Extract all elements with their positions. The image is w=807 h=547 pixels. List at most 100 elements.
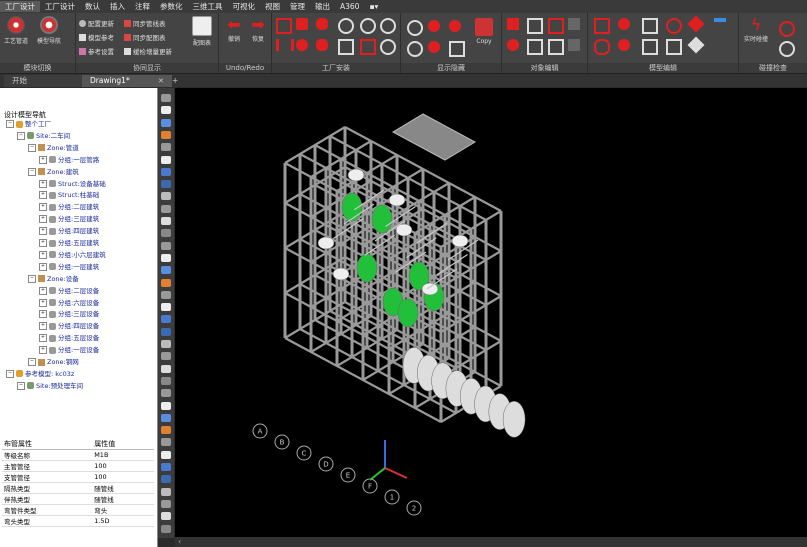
storage-tank[interactable]	[502, 401, 526, 438]
side-tool-button[interactable]	[161, 315, 171, 324]
side-tool-button[interactable]	[161, 180, 171, 189]
prop-value[interactable]: 弯头	[92, 504, 154, 516]
vessel[interactable]	[317, 236, 335, 250]
side-tool-button[interactable]	[161, 450, 171, 459]
menu-item[interactable]: 参数化	[155, 1, 188, 12]
vessel[interactable]	[388, 193, 406, 207]
prop-value[interactable]: 1.5D	[92, 515, 154, 527]
expand-toggle-icon[interactable]: +	[39, 215, 47, 224]
pipe-table-button[interactable]: 配图表	[187, 16, 217, 47]
green-equipment[interactable]	[397, 298, 419, 328]
redo-button[interactable]: ➡ 恢复	[245, 16, 271, 44]
tree-node[interactable]: + 分组:一层管路	[39, 155, 99, 165]
props-row[interactable]: 弯头类型 1.5D	[2, 515, 154, 527]
grid-icon[interactable]	[276, 18, 292, 34]
menu-item[interactable]: 三维工具	[188, 1, 228, 12]
side-tool-button[interactable]	[161, 167, 171, 176]
weld-icon[interactable]	[360, 39, 376, 55]
props-row[interactable]: 支管管径 100	[2, 471, 154, 483]
reducer-icon[interactable]	[666, 18, 682, 34]
hide-icon[interactable]	[407, 41, 423, 57]
box-icon[interactable]	[449, 41, 465, 57]
tab-drawing1[interactable]: Drawing1*	[82, 75, 160, 87]
cross-icon[interactable]	[618, 39, 630, 51]
layer-icon[interactable]	[449, 20, 461, 32]
vessel[interactable]	[421, 282, 439, 296]
clash-report-icon[interactable]	[779, 41, 795, 57]
expand-toggle-icon[interactable]: −	[6, 120, 14, 128]
side-tool-button[interactable]	[161, 340, 171, 348]
isolate-icon[interactable]	[428, 41, 440, 53]
menu-item[interactable]: A360	[335, 2, 364, 11]
menu-item[interactable]: 工厂设计	[0, 1, 40, 12]
show-red-icon[interactable]	[428, 20, 440, 32]
t-joint-icon[interactable]	[714, 18, 726, 34]
props-row[interactable]: 隔热类型 随管线	[2, 482, 154, 494]
side-tool-button[interactable]	[161, 155, 171, 164]
expand-toggle-icon[interactable]: −	[28, 274, 36, 283]
green-equipment[interactable]	[371, 204, 393, 234]
rotate-icon[interactable]	[568, 39, 580, 51]
vessel[interactable]	[347, 168, 365, 182]
incremental-update-button[interactable]: 缓检增量更新	[124, 46, 172, 56]
scroll-left-icon[interactable]: ‹	[178, 537, 181, 546]
side-tool-button[interactable]	[161, 229, 171, 238]
nozzle-icon[interactable]	[380, 39, 396, 55]
tree-node[interactable]: + 分组:五层建筑	[39, 238, 99, 248]
mirror-icon[interactable]	[568, 18, 580, 30]
column-icon[interactable]	[276, 39, 294, 51]
side-tool-button[interactable]	[161, 327, 171, 336]
valve-icon[interactable]	[338, 18, 354, 34]
expand-toggle-icon[interactable]: +	[39, 227, 47, 236]
expand-toggle-icon[interactable]: −	[17, 381, 25, 390]
props-row[interactable]: 等级名称 M1B	[2, 449, 154, 461]
expand-toggle-icon[interactable]: −	[6, 369, 14, 378]
tree-node[interactable]: + 分组:六层设备	[39, 298, 99, 308]
process-pipe-button[interactable]: 工艺管道	[3, 16, 29, 45]
undo-button[interactable]: ⬅ 撤销	[221, 16, 247, 44]
pipe-icon[interactable]	[316, 18, 328, 30]
side-tool-button[interactable]	[161, 106, 171, 115]
prop-value[interactable]: 100	[92, 460, 154, 472]
join-icon[interactable]	[548, 39, 564, 55]
green-equipment[interactable]	[356, 253, 378, 283]
instrument-icon[interactable]	[380, 18, 396, 34]
side-tool-button[interactable]	[161, 278, 171, 287]
expand-toggle-icon[interactable]: +	[39, 298, 47, 307]
bend-icon[interactable]	[594, 39, 610, 55]
prop-value[interactable]: 100	[92, 471, 154, 483]
tree-node[interactable]: − Site:二车间	[17, 131, 70, 141]
expand-toggle-icon[interactable]: +	[39, 239, 47, 247]
eye-icon[interactable]	[407, 20, 423, 36]
side-tool-button[interactable]	[161, 266, 171, 275]
expand-toggle-icon[interactable]: −	[28, 143, 36, 152]
side-tool-button[interactable]	[161, 475, 171, 484]
props-row[interactable]: 弯管件类型 弯头	[2, 504, 154, 516]
side-tool-button[interactable]	[161, 426, 171, 435]
tree-node[interactable]: + 分组:小六层建筑	[39, 250, 106, 260]
side-tool-button[interactable]	[161, 290, 171, 299]
prop-value[interactable]: 随管线	[92, 493, 154, 505]
diamond-icon[interactable]	[687, 15, 705, 33]
expand-toggle-icon[interactable]: +	[39, 203, 47, 212]
roof-platform[interactable]	[391, 113, 477, 161]
side-tool-button[interactable]	[161, 352, 171, 361]
beam-icon[interactable]	[296, 18, 308, 30]
equipment-icon[interactable]	[296, 39, 308, 51]
props-row[interactable]: 主管管径 100	[2, 460, 154, 472]
side-tool-button[interactable]	[161, 512, 171, 521]
ref-setting-button[interactable]: 参考设置	[79, 46, 114, 56]
tree-node[interactable]: − Zone:设备	[28, 274, 79, 284]
plant-model-scene[interactable]: A B C D E F 1 2	[175, 88, 807, 537]
expand-toggle-icon[interactable]: +	[39, 346, 47, 355]
side-tool-button[interactable]	[161, 241, 171, 250]
3d-viewport[interactable]: A B C D E F 1 2	[175, 88, 807, 537]
side-tool-button[interactable]	[161, 438, 171, 447]
side-tool-button[interactable]	[161, 253, 171, 262]
menu-item[interactable]: 可视化	[228, 1, 261, 12]
config-update-button[interactable]: 配置更新	[79, 18, 114, 28]
split-icon[interactable]	[548, 18, 564, 34]
tree-node[interactable]: + 分组:一层设备	[39, 345, 99, 355]
side-tool-button[interactable]	[161, 94, 171, 102]
menu-item[interactable]: 工厂设计	[40, 1, 80, 12]
